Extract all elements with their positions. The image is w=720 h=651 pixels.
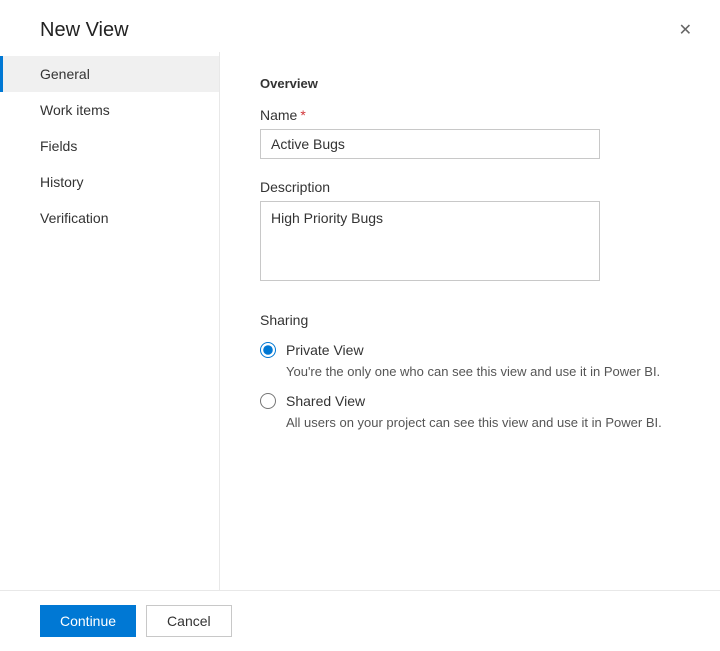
dialog-footer: Continue Cancel: [0, 590, 720, 651]
overview-section-title: Overview: [260, 76, 680, 91]
name-label: Name*: [260, 107, 680, 123]
sidebar-label-general: General: [40, 66, 90, 82]
radio-label-private: Private View: [286, 342, 364, 358]
sidebar-item-work-items[interactable]: Work items: [0, 92, 219, 128]
radio-shared[interactable]: [260, 393, 276, 409]
dialog-body: General Work items Fields History Verifi…: [0, 52, 720, 590]
name-input[interactable]: [260, 129, 600, 159]
sharing-section: Sharing Private View You're the only one…: [260, 312, 680, 444]
radio-group-shared: Shared View All users on your project ca…: [260, 393, 680, 430]
sidebar-label-history: History: [40, 174, 84, 190]
description-input[interactable]: High Priority Bugs: [260, 201, 600, 281]
continue-button[interactable]: Continue: [40, 605, 136, 637]
sidebar: General Work items Fields History Verifi…: [0, 52, 220, 590]
sidebar-item-verification[interactable]: Verification: [0, 200, 219, 236]
description-field-group: Description High Priority Bugs: [260, 179, 680, 284]
radio-option-private[interactable]: Private View: [260, 342, 680, 358]
sharing-title: Sharing: [260, 312, 680, 328]
radio-private[interactable]: [260, 342, 276, 358]
sidebar-item-history[interactable]: History: [0, 164, 219, 200]
sidebar-label-fields: Fields: [40, 138, 77, 154]
radio-desc-shared: All users on your project can see this v…: [286, 415, 680, 430]
sidebar-label-work-items: Work items: [40, 102, 110, 118]
new-view-dialog: New View ✕ General Work items Fields His…: [0, 0, 720, 651]
sidebar-item-general[interactable]: General: [0, 56, 219, 92]
dialog-header: New View ✕: [0, 0, 720, 52]
close-button[interactable]: ✕: [671, 16, 700, 44]
cancel-button[interactable]: Cancel: [146, 605, 232, 637]
radio-desc-private: You're the only one who can see this vie…: [286, 364, 680, 379]
radio-label-shared: Shared View: [286, 393, 365, 409]
sidebar-item-fields[interactable]: Fields: [0, 128, 219, 164]
description-label: Description: [260, 179, 680, 195]
radio-group-private: Private View You're the only one who can…: [260, 342, 680, 379]
radio-option-shared[interactable]: Shared View: [260, 393, 680, 409]
main-content: Overview Name* Description High Priority…: [220, 52, 720, 590]
required-star: *: [300, 107, 305, 123]
sidebar-label-verification: Verification: [40, 210, 108, 226]
dialog-title: New View: [40, 19, 129, 42]
name-field-group: Name*: [260, 107, 680, 159]
